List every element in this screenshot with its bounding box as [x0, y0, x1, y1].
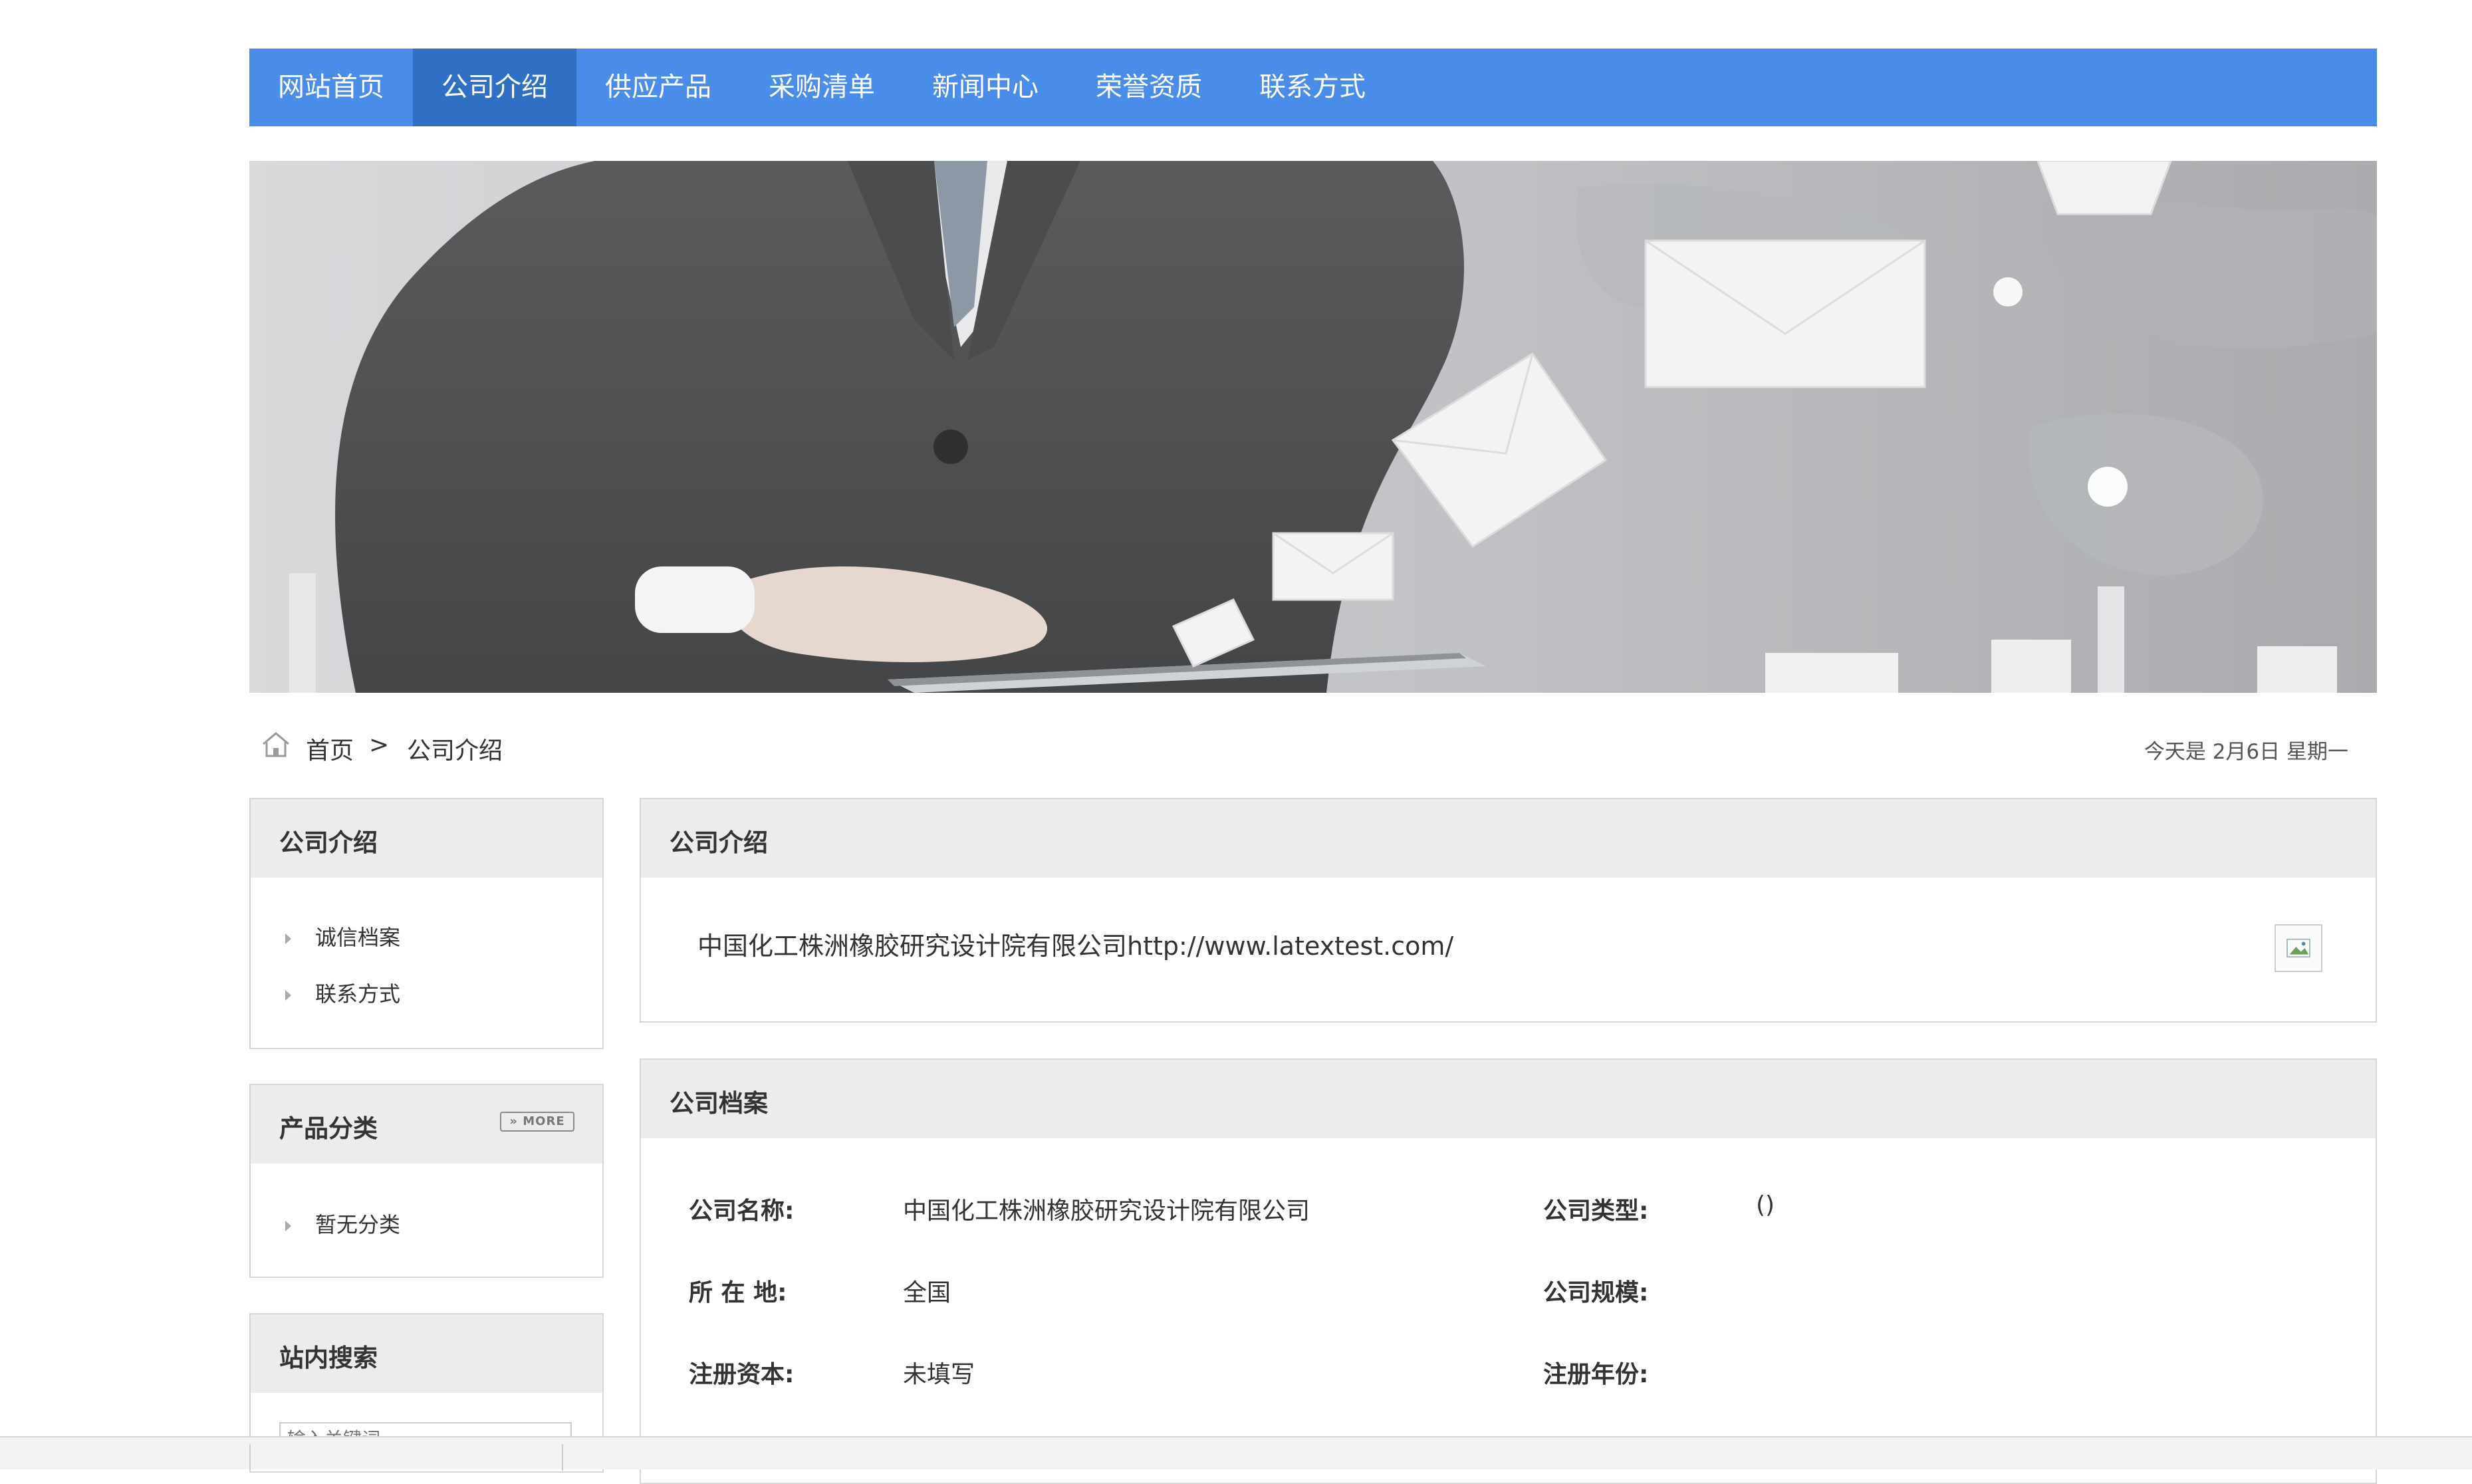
broken-image-icon	[2275, 924, 2322, 972]
triangle-bullet-icon	[285, 933, 291, 944]
profile-panel-title: 公司档案	[670, 1089, 768, 1118]
sidebar-link-contact[interactable]: 联系方式	[285, 977, 400, 1008]
sidebar-search-title: 站内搜索	[279, 1344, 378, 1372]
sidebar-categories-box: 产品分类 » MORE 暂无分类	[249, 1084, 604, 1278]
sidebar-intro-header: 公司介绍	[251, 799, 602, 878]
label-registration-year: 注册年份:	[1543, 1361, 1649, 1388]
sidebar-intro-title: 公司介绍	[279, 828, 378, 857]
value-registered-capital: 未填写	[903, 1361, 975, 1388]
value-company-name: 中国化工株洲橡胶研究设计院有限公司	[903, 1197, 1310, 1225]
breadcrumb: 首页 > 公司介绍 今天是 2月6日 星期一	[249, 721, 2377, 775]
nav-item-purchase[interactable]: 采购清单	[740, 49, 904, 126]
value-company-type: ()	[1756, 1191, 1775, 1219]
label-company-size: 公司规模:	[1543, 1279, 1649, 1306]
label-company-name: 公司名称:	[689, 1197, 795, 1225]
value-location: 全国	[903, 1279, 951, 1306]
label-location: 所 在 地:	[689, 1279, 787, 1306]
more-button-label: MORE	[523, 1114, 565, 1128]
intro-panel: 公司介绍 中国化工株洲橡胶研究设计院有限公司http://www.latexte…	[640, 798, 2377, 1023]
nav-item-products[interactable]: 供应产品	[576, 49, 740, 126]
profile-panel: 公司档案 公司名称: 中国化工株洲橡胶研究设计院有限公司 公司类型: () 所 …	[640, 1058, 2377, 1484]
intro-text: 中国化工株洲橡胶研究设计院有限公司http://www.latextest.co…	[697, 931, 1454, 961]
label-company-type: 公司类型:	[1543, 1197, 1649, 1225]
bottom-bar-divider	[249, 1444, 251, 1471]
sidebar-categories-header: 产品分类 » MORE	[251, 1085, 602, 1164]
intro-panel-title: 公司介绍	[670, 828, 768, 857]
banner-image	[249, 161, 2377, 693]
intro-panel-header: 公司介绍	[641, 799, 2376, 878]
bottom-bar	[0, 1436, 2472, 1471]
nav-item-honors[interactable]: 荣誉资质	[1067, 49, 1231, 126]
home-icon[interactable]	[259, 728, 293, 761]
sidebar-link-label: 暂无分类	[315, 1212, 401, 1237]
sidebar-link-label: 诚信档案	[315, 925, 401, 950]
bottom-bar-divider	[562, 1444, 563, 1471]
sidebar-link-no-category[interactable]: 暂无分类	[285, 1208, 400, 1239]
nav-item-contact[interactable]: 联系方式	[1231, 49, 1394, 126]
breadcrumb-separator: >	[369, 731, 390, 759]
more-button[interactable]: » MORE	[500, 1112, 574, 1132]
sidebar-intro-box: 公司介绍 诚信档案 联系方式	[249, 798, 604, 1049]
nav-item-home[interactable]: 网站首页	[249, 49, 413, 126]
triangle-bullet-icon	[285, 990, 291, 1001]
sidebar-link-label: 联系方式	[315, 981, 401, 1007]
triangle-bullet-icon	[285, 1221, 291, 1231]
label-registered-capital: 注册资本:	[689, 1361, 795, 1388]
sidebar-link-credit-file[interactable]: 诚信档案	[285, 921, 400, 951]
breadcrumb-current: 公司介绍	[407, 737, 503, 765]
main-nav: 网站首页 公司介绍 供应产品 采购清单 新闻中心 荣誉资质 联系方式	[249, 49, 2377, 126]
current-date: 今天是 2月6日 星期一	[2144, 740, 2348, 764]
breadcrumb-home-link[interactable]: 首页	[306, 731, 354, 766]
nav-item-news[interactable]: 新闻中心	[904, 49, 1067, 126]
sidebar-search-header: 站内搜索	[251, 1314, 602, 1393]
nav-item-company-intro[interactable]: 公司介绍	[413, 49, 576, 126]
profile-panel-header: 公司档案	[641, 1060, 2376, 1138]
sidebar-categories-title: 产品分类	[279, 1114, 378, 1143]
